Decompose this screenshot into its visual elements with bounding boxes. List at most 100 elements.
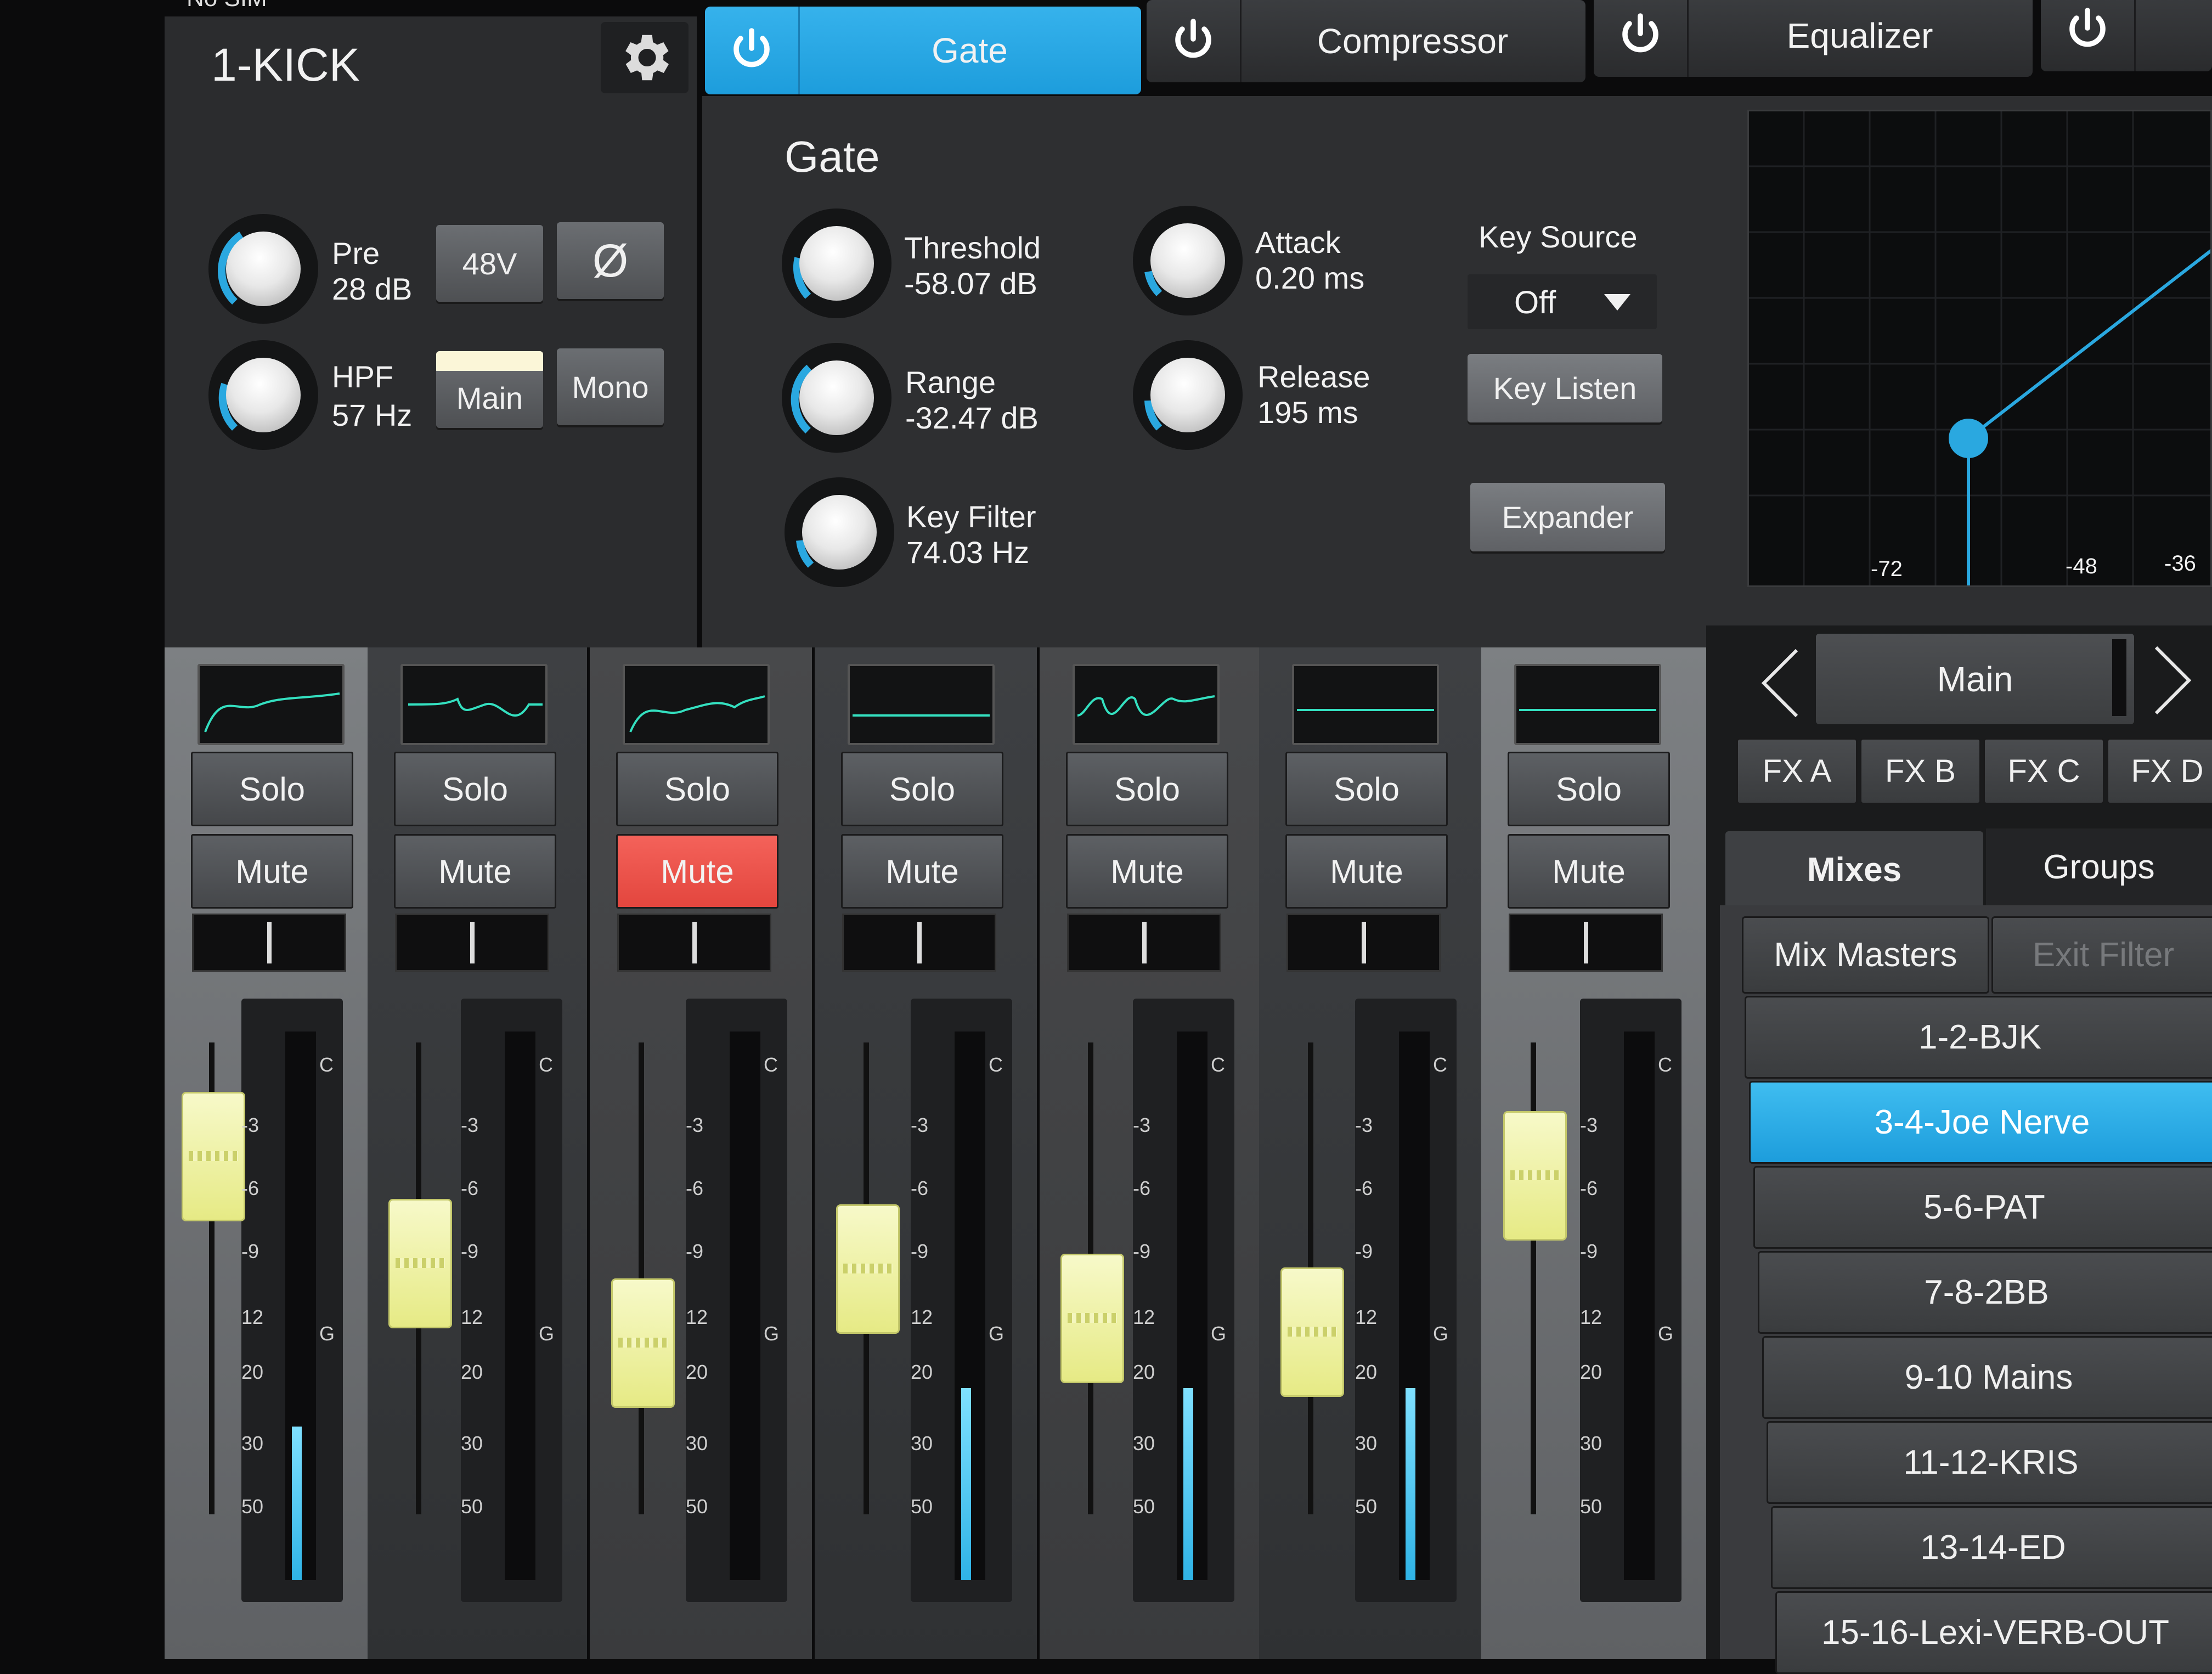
- fx-mix-button[interactable]: FX D: [2107, 738, 2212, 804]
- release-knob[interactable]: [1133, 340, 1243, 450]
- mix-list-item[interactable]: 3-4-Joe Nerve: [1749, 1081, 2212, 1164]
- fx-mix-button[interactable]: FX B: [1860, 738, 1981, 804]
- solo-button[interactable]: Solo: [191, 752, 353, 826]
- eq-thumbnail[interactable]: [400, 664, 548, 745]
- pan-control[interactable]: [1509, 914, 1663, 972]
- key-source-dropdown[interactable]: Off: [1468, 274, 1657, 329]
- mix-next-arrow[interactable]: [2148, 642, 2197, 719]
- threshold-handle[interactable]: [1949, 419, 1988, 458]
- chevron-down-icon: [1604, 294, 1630, 311]
- eq-thumbnail[interactable]: [1514, 664, 1661, 745]
- pan-control[interactable]: [617, 914, 771, 972]
- meter-scale-label: -9: [1355, 1240, 1373, 1262]
- meter-scale-label: -3: [686, 1114, 704, 1136]
- mute-button[interactable]: Mute: [191, 834, 353, 909]
- solo-button[interactable]: Solo: [616, 752, 778, 826]
- channel-strip[interactable]: Solo Mute C G -3 -6 -9 12 20 30 50: [165, 647, 368, 1659]
- channel-strip[interactable]: Solo Mute C G -3 -6 -9 12 20 30 50: [1481, 647, 1706, 1659]
- power-icon: [1175, 19, 1211, 58]
- pan-control[interactable]: [1067, 914, 1221, 972]
- graph-tick-72: -72: [1871, 557, 1903, 581]
- solo-button[interactable]: Solo: [394, 752, 556, 826]
- mute-button[interactable]: Mute: [1066, 834, 1228, 909]
- key-listen-button[interactable]: Key Listen: [1468, 354, 1662, 422]
- fader-handle[interactable]: [1280, 1267, 1344, 1397]
- channel-name: 1-KICK: [211, 39, 360, 91]
- channel-strip[interactable]: Solo Mute C G -3 -6 -9 12 20 30 50: [1040, 647, 1259, 1659]
- solo-button[interactable]: Solo: [841, 752, 1003, 826]
- main-assign-label: Main: [456, 380, 523, 415]
- pre-label: Pre: [332, 236, 380, 270]
- meter-scale-label: 30: [686, 1432, 708, 1455]
- tab-equalizer[interactable]: Equalizer: [1594, 0, 2033, 77]
- mute-button[interactable]: Mute: [1508, 834, 1670, 909]
- channel-strip[interactable]: Solo Mute C G -3 -6 -9 12 20 30 50: [1259, 647, 1481, 1659]
- settings-gear-button[interactable]: [601, 22, 689, 93]
- pan-control[interactable]: [1286, 914, 1441, 972]
- meter-scale-label: 30: [1580, 1432, 1602, 1455]
- pan-control[interactable]: [842, 914, 996, 972]
- gate-transfer-graph[interactable]: [1747, 110, 2212, 587]
- mix-selector-label: Main: [1937, 659, 2013, 699]
- mute-button[interactable]: Mute: [394, 834, 556, 909]
- attack-knob[interactable]: [1133, 206, 1243, 315]
- mute-button[interactable]: Mute: [1285, 834, 1448, 909]
- mix-list-item[interactable]: 11-12-KRIS: [1767, 1421, 2212, 1504]
- exit-filter-button[interactable]: Exit Filter: [1991, 916, 2212, 994]
- channel-strip[interactable]: Solo Mute C G -3 -6 -9 12 20 30 50: [815, 647, 1037, 1659]
- mono-assign-button[interactable]: Mono: [557, 348, 664, 425]
- fader-handle[interactable]: [836, 1204, 900, 1334]
- fader-handle[interactable]: [182, 1092, 245, 1221]
- channel-strip[interactable]: Solo Mute C G -3 -6 -9 12 20 30 50: [590, 647, 812, 1659]
- fx-mix-button[interactable]: FX C: [1983, 738, 2104, 804]
- mix-prev-arrow[interactable]: [1756, 645, 1805, 722]
- mix-list-item[interactable]: 1-2-BJK: [1745, 996, 2212, 1079]
- fx-mix-button[interactable]: FX A: [1736, 738, 1858, 804]
- tab-mixes[interactable]: Mixes: [1725, 831, 1983, 908]
- mute-button[interactable]: Mute: [616, 834, 778, 909]
- eq-thumbnail[interactable]: [623, 664, 770, 745]
- mix-list-item-label: 9-10 Mains: [1904, 1359, 2073, 1396]
- meter-scale-label: 30: [461, 1432, 483, 1455]
- fader-handle[interactable]: [1503, 1111, 1567, 1241]
- mix-list-item[interactable]: 5-6-PAT: [1753, 1166, 2212, 1249]
- eq-thumbnail[interactable]: [198, 664, 345, 745]
- solo-button[interactable]: Solo: [1508, 752, 1670, 826]
- meter-scale-label: -9: [686, 1240, 704, 1262]
- phantom-48v-button[interactable]: 48V: [436, 225, 543, 302]
- key-filter-knob[interactable]: [785, 477, 894, 587]
- fader-handle[interactable]: [611, 1278, 675, 1408]
- meter-scale-label: -6: [1580, 1177, 1598, 1199]
- mix-list-item[interactable]: 13-14-ED: [1771, 1506, 2212, 1589]
- pan-control[interactable]: [395, 914, 549, 972]
- tab-compressor[interactable]: Compressor: [1147, 0, 1585, 82]
- eq-thumbnail[interactable]: [848, 664, 995, 745]
- eq-thumbnail[interactable]: [1073, 664, 1220, 745]
- solo-button[interactable]: Solo: [1285, 752, 1448, 826]
- meter-scale-label: 12: [241, 1306, 264, 1328]
- tab-limiter[interactable]: [2041, 0, 2212, 71]
- key-filter-label: Key Filter: [906, 499, 1036, 534]
- pre-gain-knob[interactable]: [208, 214, 318, 324]
- mix-list-item[interactable]: 9-10 Mains: [1762, 1336, 2212, 1419]
- mix-list-item[interactable]: 15-16-Lexi-VERB-OUT: [1775, 1591, 2212, 1674]
- mute-button[interactable]: Mute: [841, 834, 1003, 909]
- channel-strip[interactable]: Solo Mute C G -3 -6 -9 12 20 30 50: [368, 647, 587, 1659]
- tab-groups[interactable]: Groups: [1986, 828, 2212, 905]
- tab-gate[interactable]: Gate: [705, 7, 1141, 94]
- solo-button[interactable]: Solo: [1066, 752, 1228, 826]
- meter-scale-label: 12: [911, 1306, 933, 1328]
- pan-control[interactable]: [192, 914, 346, 972]
- mix-masters-button[interactable]: Mix Masters: [1742, 916, 1989, 994]
- fader-handle[interactable]: [388, 1199, 452, 1328]
- hpf-knob[interactable]: [208, 340, 318, 450]
- phase-invert-button[interactable]: Ø: [557, 222, 664, 299]
- range-knob[interactable]: [782, 343, 891, 453]
- expander-button[interactable]: Expander: [1470, 483, 1665, 551]
- main-assign-button[interactable]: Main: [436, 351, 543, 428]
- mix-list-item[interactable]: 7-8-2BB: [1758, 1251, 2212, 1334]
- fader-handle[interactable]: [1060, 1254, 1124, 1383]
- eq-thumbnail[interactable]: [1292, 664, 1439, 745]
- mix-selector-main[interactable]: Main: [1816, 634, 2134, 724]
- threshold-knob[interactable]: [782, 208, 891, 318]
